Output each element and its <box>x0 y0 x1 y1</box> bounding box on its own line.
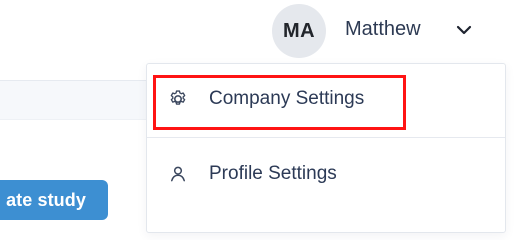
menu-item-label: Company Settings <box>209 88 365 109</box>
menu-item-company-settings[interactable]: Company Settings <box>147 70 505 130</box>
menu-item-label: Profile Settings <box>209 163 337 184</box>
user-dropdown-menu: Company Settings Profile Settings <box>146 63 506 233</box>
avatar[interactable]: MA <box>272 4 326 58</box>
gear-icon <box>167 88 189 110</box>
user-name[interactable]: Matthew <box>345 18 421 41</box>
chevron-down-icon[interactable] <box>454 22 474 38</box>
create-study-button[interactable]: ate study <box>0 180 108 220</box>
menu-item-profile-settings[interactable]: Profile Settings <box>147 145 505 203</box>
menu-divider <box>147 137 505 138</box>
page-background-band <box>0 80 150 120</box>
user-icon <box>167 163 189 185</box>
